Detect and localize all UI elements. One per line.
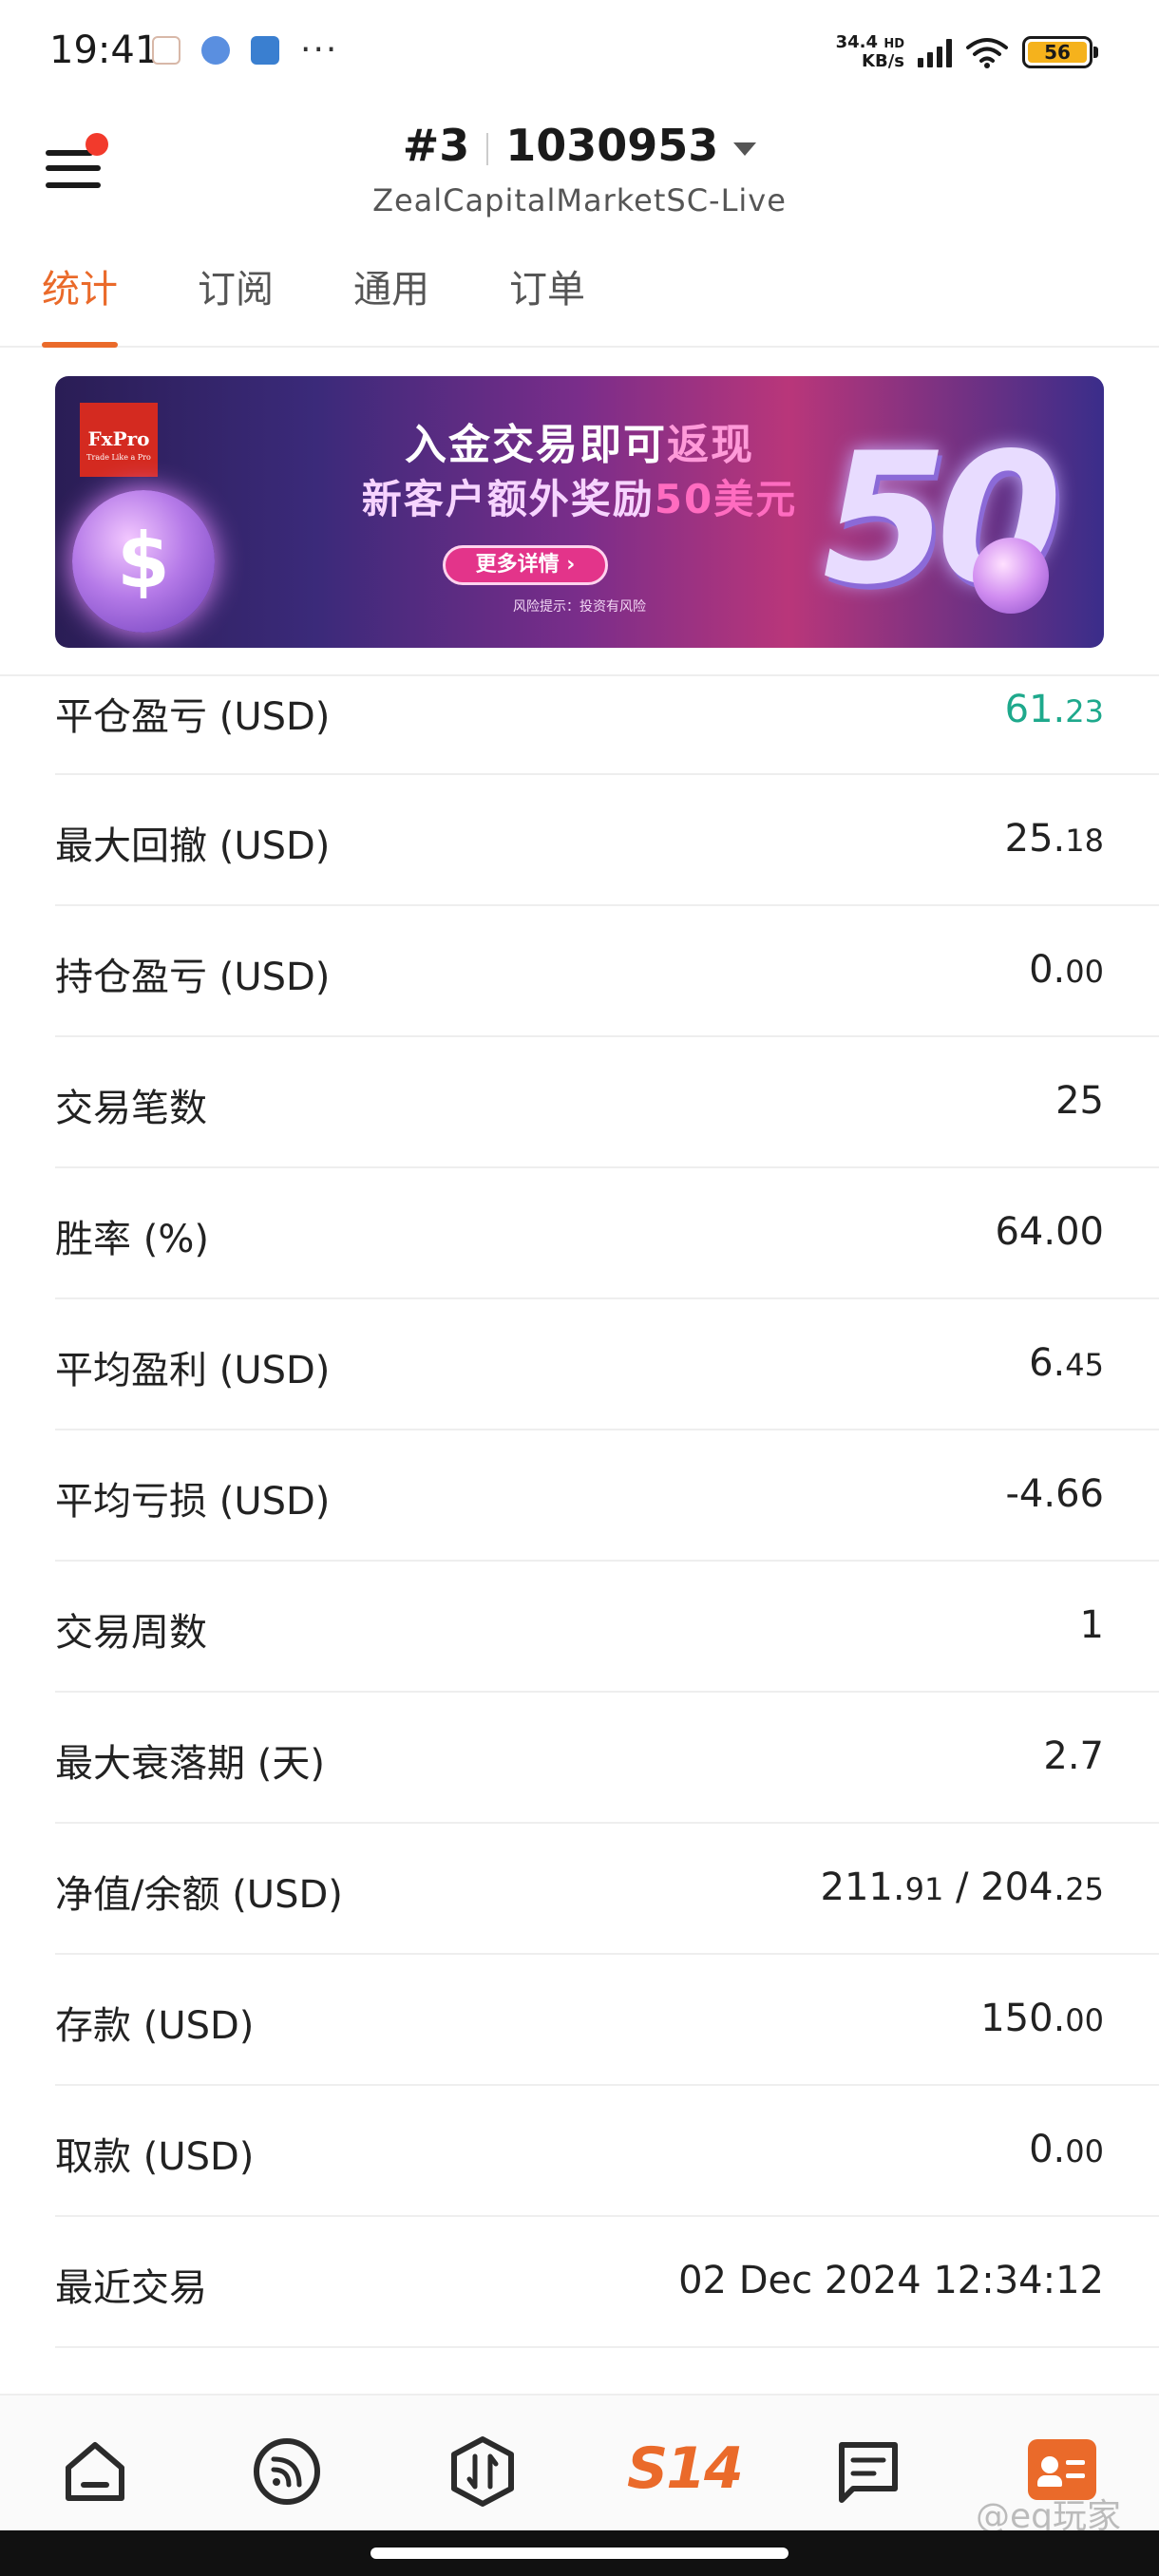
stat-value: 1 — [1079, 1603, 1104, 1647]
stat-row: 最近交易 02 Dec 2024 12:34:12 — [55, 2217, 1159, 2348]
stat-value: 02 Dec 2024 12:34:12 — [678, 2259, 1104, 2302]
stat-value: 2.7 — [1043, 1734, 1104, 1778]
server-name: ZealCapitalMarketSC-Live — [372, 182, 787, 218]
stat-label: 最大衰落期 (天) — [55, 1742, 325, 1786]
tab-bar: 统计 订阅 通用 订单 — [0, 256, 1159, 348]
network-type: HD — [884, 37, 904, 51]
notification-icons: ··· — [152, 30, 339, 69]
stat-row: 最大回撤 (USD) 25.18 — [55, 775, 1159, 906]
stat-row: 存款 (USD) 150.00 — [55, 1955, 1159, 2086]
chevron-down-icon — [733, 142, 757, 156]
stat-value: 61.23 — [1004, 688, 1104, 731]
stat-label: 交易笔数 — [55, 1087, 207, 1130]
stat-row: 平仓盈亏 (USD) 61.23 — [55, 676, 1159, 775]
stat-row: 平均盈利 (USD) 6.45 — [55, 1299, 1159, 1430]
stat-label: 存款 (USD) — [55, 2004, 255, 2048]
battery-icon: 56 — [1022, 36, 1098, 68]
stat-label: 持仓盈亏 (USD) — [55, 956, 331, 999]
stat-label: 取款 (USD) — [55, 2135, 255, 2179]
tab-subscribe[interactable]: 订阅 — [198, 256, 274, 348]
account-selector[interactable]: #3 1030953 — [0, 120, 1159, 171]
network-speed-unit: KB/s — [862, 51, 904, 71]
stat-value: 150.00 — [980, 1997, 1104, 2040]
divider — [486, 132, 489, 165]
stat-value: 0.00 — [1029, 2128, 1104, 2171]
account-number: 1030953 — [505, 120, 719, 171]
tab-general[interactable]: 通用 — [353, 256, 429, 348]
stat-row: 持仓盈亏 (USD) 0.00 — [55, 906, 1159, 1037]
network-speed: 34.4 HD KB/s — [836, 34, 904, 70]
wifi-icon — [966, 38, 1008, 68]
stat-value: 25 — [1055, 1079, 1104, 1123]
stat-value: 25.18 — [1004, 817, 1104, 861]
stat-row: 取款 (USD) 0.00 — [55, 2086, 1159, 2217]
home-icon[interactable] — [59, 2435, 131, 2508]
status-time: 19:41 — [49, 28, 160, 72]
network-speed-value: 34.4 — [835, 32, 879, 52]
stat-label: 平均盈利 (USD) — [55, 1349, 331, 1392]
stat-value: -4.66 — [1005, 1472, 1105, 1516]
messages-icon[interactable] — [832, 2435, 904, 2508]
system-indicators: 34.4 HD KB/s 56 — [836, 34, 1098, 70]
stat-label: 最大回撤 (USD) — [55, 824, 331, 868]
stat-row: 净值/余额 (USD) 211.91 / 204.25 — [55, 1824, 1159, 1955]
home-indicator[interactable] — [370, 2548, 788, 2559]
tab-statistics[interactable]: 统计 — [42, 256, 118, 348]
stat-value: 64.00 — [995, 1210, 1104, 1254]
statistics-list: 平仓盈亏 (USD) 61.23 最大回撤 (USD) 25.18 持仓盈亏 (USD)… — [55, 676, 1159, 2348]
stat-label: 交易周数 — [55, 1611, 207, 1655]
stat-row: 最大衰落期 (天) 2.7 — [55, 1693, 1159, 1824]
stat-row: 平均亏损 (USD) -4.66 — [55, 1430, 1159, 1562]
banner-more-details-button[interactable]: 更多详情 › — [443, 545, 608, 585]
mail-notification-icon — [152, 36, 180, 65]
system-navigation-bar — [0, 2530, 1159, 2576]
stat-label: 净值/余额 (USD) — [55, 1873, 343, 1917]
stat-row: 交易笔数 25 — [55, 1037, 1159, 1168]
signals-feed-icon[interactable] — [251, 2435, 323, 2508]
promo-banner[interactable]: FxPro Trade Like a Pro 入金交易即可返现 新客户额外奖励5… — [55, 376, 1104, 648]
stat-label: 平仓盈亏 (USD) — [55, 695, 331, 739]
stat-label: 最近交易 — [55, 2266, 207, 2310]
s14-brand-tab[interactable]: S14 — [627, 2435, 744, 2502]
signal-strength-icon — [918, 37, 952, 67]
more-notifications-icon: ··· — [300, 30, 339, 69]
stat-value: 0.00 — [1029, 948, 1104, 992]
stat-label: 胜率 (%) — [55, 1218, 209, 1261]
app-notification-icon — [201, 36, 230, 65]
status-bar: 19:41 ··· 34.4 HD KB/s 56 — [0, 0, 1159, 106]
account-index: #3 — [402, 120, 470, 171]
tab-orders[interactable]: 订单 — [509, 256, 585, 348]
stat-row: 交易周数 1 — [55, 1562, 1159, 1693]
battery-level: 56 — [1028, 41, 1087, 64]
stat-value: 6.45 — [1029, 1341, 1104, 1385]
navigation-notification-icon — [251, 36, 279, 65]
stat-row: 胜率 (%) 64.00 — [55, 1168, 1159, 1299]
stat-value: 211.91 / 204.25 — [820, 1866, 1104, 1909]
trade-icon[interactable] — [446, 2435, 519, 2508]
small-dollar-coin-icon — [973, 538, 1049, 614]
stat-label: 平均亏损 (USD) — [55, 1480, 331, 1524]
